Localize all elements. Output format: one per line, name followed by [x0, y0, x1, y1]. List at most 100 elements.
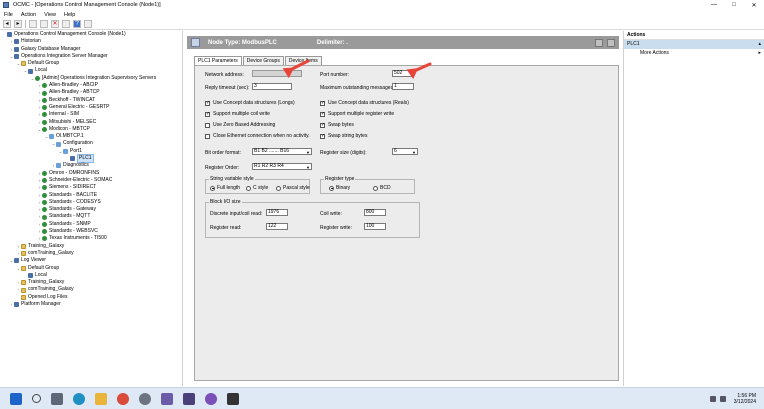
menu-help[interactable]: Help [64, 12, 75, 18]
menu-action[interactable]: Action [21, 12, 36, 18]
tree-item[interactable]: › Schneider-Electric - SOMAC [0, 177, 182, 184]
network-app-icon[interactable] [183, 392, 195, 405]
terminal-icon[interactable] [227, 392, 239, 405]
multiple-coil-write-checkbox[interactable]: ✓ Support multiple coil write [205, 111, 270, 117]
radio-dot[interactable] [329, 185, 334, 191]
more-actions-item[interactable]: More Actions ▸ [624, 49, 764, 58]
tree-item[interactable]: ⌄ Default Group [0, 265, 182, 272]
checkbox-box[interactable]: ✓ [320, 133, 325, 139]
radio-dot[interactable] [246, 185, 251, 191]
tree-item[interactable]: ⌄ [Admin] Operations Integration Supervis… [0, 75, 182, 82]
tree-item[interactable]: Opened Log Files [0, 294, 182, 301]
bcd-radio[interactable]: BCD [373, 185, 391, 191]
checkbox-box[interactable] [205, 122, 210, 128]
tree-item[interactable]: › Allen-Bradley - ABCIP [0, 82, 182, 89]
tree-item[interactable]: ⌄ Operations Integration Server Manager [0, 53, 182, 60]
full-length-radio[interactable]: Full length [210, 185, 240, 191]
checkbox-box[interactable]: ✓ [320, 122, 325, 128]
tree-item[interactable]: › Standards - BACLITE [0, 192, 182, 199]
pascal-style-radio[interactable]: Pascal style [276, 185, 310, 191]
tree-item[interactable]: PLC1 [0, 154, 182, 164]
radio-dot[interactable] [276, 185, 281, 191]
tree-item[interactable]: ⌄ Local [0, 67, 182, 74]
folder-icon[interactable] [29, 20, 37, 28]
chevron-up-icon[interactable]: ▴ [758, 40, 761, 49]
task-view-icon[interactable] [51, 392, 63, 405]
c-style-radio[interactable]: C style [246, 185, 268, 191]
checkbox-box[interactable]: ✓ [320, 111, 325, 117]
network-icon[interactable] [709, 395, 716, 402]
tree-item[interactable]: Local [0, 272, 182, 279]
multiple-register-write-checkbox[interactable]: ✓ Support multiple register write [320, 111, 394, 117]
delete-icon[interactable]: ✕ [51, 20, 59, 28]
tree-item[interactable]: › Omron - OMRONFINS [0, 170, 182, 177]
coil-write-input[interactable]: 800 [364, 209, 386, 216]
tree-item[interactable]: › Standards - SNMP [0, 221, 182, 228]
panel-icon[interactable] [84, 20, 92, 28]
tree-item[interactable]: ⌄ Default Group [0, 60, 182, 67]
binary-radio[interactable]: Binary [329, 185, 350, 191]
tree-item[interactable]: › Mitsubishi - MELSEC [0, 119, 182, 126]
tree-item[interactable]: › Standards - CODESYS [0, 199, 182, 206]
tree-item[interactable]: › Historian [0, 38, 182, 45]
help-icon[interactable]: ? [73, 20, 81, 28]
tree-item[interactable]: › Allen-Bradley - ABTCP [0, 89, 182, 96]
register-read-input[interactable]: 122 [266, 223, 288, 230]
search-icon[interactable] [32, 394, 41, 403]
ocmc-app-icon[interactable] [161, 392, 173, 405]
register-size-select[interactable]: 6 ▼ [392, 148, 418, 155]
blue-node-icon [56, 163, 61, 169]
volume-icon[interactable] [719, 395, 726, 402]
bit-order-select[interactable]: B1 B2 ....... B16 ▼ [252, 148, 312, 155]
edge-browser-icon[interactable] [73, 392, 85, 405]
tree-item[interactable]: › Galaxy Database Manager [0, 46, 182, 53]
radio-dot[interactable] [373, 185, 378, 191]
menu-view[interactable]: View [44, 12, 56, 18]
minimize-button[interactable]: — [704, 2, 724, 9]
tree-item[interactable]: › Standards - WEBSVC [0, 228, 182, 235]
swap-string-bytes-checkbox[interactable]: ✓ Swap string bytes [320, 133, 367, 139]
tree-item[interactable]: › Internal - SIM [0, 111, 182, 118]
tree-item[interactable]: ⌄ Modicon - MBTCP [0, 126, 182, 133]
tree-item[interactable]: › Training_Galaxy [0, 243, 182, 250]
tree-item[interactable]: ⌄ OI.MBTCP.1 [0, 133, 182, 140]
radio-dot[interactable] [210, 185, 215, 191]
navigation-tree: Operations Control Management Console (N… [0, 31, 183, 386]
chrome-icon[interactable] [117, 392, 129, 405]
file-explorer-icon[interactable] [95, 392, 107, 405]
actions-subheader[interactable]: PLC1 ▴ [624, 40, 764, 49]
tree-item[interactable]: ⌄ Log Viewer [0, 257, 182, 264]
checkbox-box[interactable] [205, 133, 210, 139]
refresh-icon[interactable] [62, 20, 70, 28]
back-icon[interactable]: ◂ [3, 20, 11, 28]
forward-icon[interactable]: ▸ [14, 20, 22, 28]
tree-item[interactable]: › Diagnostics [0, 162, 182, 169]
windows-start-icon[interactable] [10, 392, 22, 405]
maximize-button[interactable]: □ [724, 2, 744, 9]
tree-item[interactable]: › Standards - Gateway [0, 206, 182, 213]
tree-icon[interactable] [40, 20, 48, 28]
settings-icon[interactable] [139, 392, 151, 405]
tree-item[interactable]: › General Electric - GESRTP [0, 104, 182, 111]
tree-item[interactable]: › Beckhoff - TWINCAT [0, 97, 182, 104]
aveva-app-icon[interactable] [205, 392, 217, 405]
tree-item[interactable]: ⌄ Configuration [0, 140, 182, 147]
zero-based-addressing-checkbox[interactable]: Use Zero Based Addressing [205, 122, 275, 128]
close-ethernet-checkbox[interactable]: Close Ethernet connection when no activi… [205, 133, 310, 139]
tree-item[interactable]: › comTraining_Galaxy [0, 286, 182, 293]
discrete-read-input[interactable]: 1976 [266, 209, 288, 216]
menu-file[interactable]: File [4, 12, 13, 18]
register-order-select[interactable]: R1 R2 R3 R4 ▼ [252, 163, 312, 170]
checkbox-box[interactable]: ✓ [205, 111, 210, 117]
clock[interactable]: 1:56 PM 3/12/2024 [734, 393, 756, 405]
close-button[interactable]: ✕ [744, 2, 764, 9]
tree-item[interactable]: › Platform Manager [0, 301, 182, 308]
tree-item[interactable]: › comTraining_Galaxy [0, 250, 182, 257]
tree-item[interactable]: › Siemens - SIDIRECT [0, 184, 182, 191]
swap-bytes-checkbox[interactable]: ✓ Swap bytes [320, 122, 354, 128]
tree-item[interactable]: Operations Control Management Console (N… [0, 31, 182, 38]
tree-item[interactable]: › Standards - MQTT [0, 213, 182, 220]
tree-item[interactable]: › Training_Galaxy [0, 279, 182, 286]
register-write-input[interactable]: 100 [364, 223, 386, 230]
tree-item[interactable]: › Texas Instruments - TI500 [0, 235, 182, 242]
